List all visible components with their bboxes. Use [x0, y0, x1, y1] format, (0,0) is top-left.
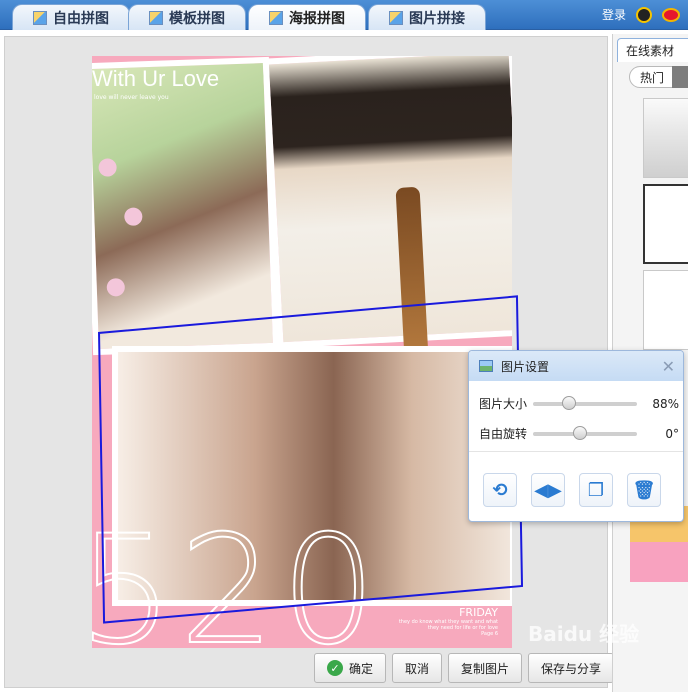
poster-title: With Ur Love [92, 66, 220, 91]
size-label: 图片大小 [479, 397, 528, 411]
save-share-button[interactable]: 保存与分享 [528, 653, 615, 683]
size-slider[interactable] [533, 395, 637, 410]
flower-decoration [106, 278, 126, 297]
tab-label: 海报拼图 [289, 10, 345, 27]
qq-icon[interactable] [636, 6, 652, 23]
check-icon: ✓ [327, 660, 343, 676]
rotate-label: 自由旋转 [479, 427, 528, 441]
flip-icon: ◀▶ [534, 479, 562, 501]
filter-other[interactable] [672, 66, 688, 88]
tab-image-stitch[interactable]: 图片拼接 [368, 4, 486, 30]
copy-image-button[interactable]: 复制图片 [448, 653, 523, 683]
dialog-title: 图片设置 [501, 359, 550, 374]
close-icon[interactable]: ✕ [662, 357, 675, 376]
delete-button[interactable]: 🗑 [627, 473, 661, 507]
weibo-icon[interactable] [662, 7, 680, 22]
poster-collage-icon [269, 10, 283, 25]
photo-girl-with-flowers[interactable] [92, 56, 280, 356]
tab-poster-collage[interactable]: 海报拼图 [248, 4, 366, 30]
flower-decoration [124, 207, 143, 226]
ukulele-shape [395, 186, 429, 358]
rotate-value: 0° [665, 426, 679, 441]
rotate-button[interactable]: ⟲ [483, 473, 517, 507]
rotate-icon: ⟲ [492, 479, 508, 501]
poster-canvas[interactable]: 520 With Ur Love love will never leave y… [92, 56, 512, 648]
cancel-button[interactable]: 取消 [392, 653, 443, 683]
dialog-divider [469, 451, 683, 452]
tab-label: 自由拼图 [53, 10, 109, 27]
action-bar: ✓ 确定 取消 复制图片 保存与分享 [314, 653, 615, 683]
poster-page-label: Page 6 [481, 631, 498, 637]
tab-online-material[interactable]: 在线素材 [617, 38, 688, 62]
rotate-slider-handle[interactable] [572, 425, 587, 440]
copy-label: 复制图片 [461, 661, 510, 676]
flower-decoration [98, 158, 117, 177]
poster-subtitle: love will never leave you [94, 94, 169, 101]
free-collage-icon [33, 10, 47, 25]
duplicate-icon: ❐ [587, 479, 605, 501]
tab-free-collage[interactable]: 自由拼图 [12, 4, 130, 30]
sidebar-tab-label: 在线素材 [626, 44, 675, 58]
filter-hot[interactable]: 热门 [630, 69, 664, 86]
poster-big-number: 520 [92, 503, 383, 648]
template-thumbnail[interactable] [643, 184, 688, 264]
watermark: Baidu 经验 [528, 622, 640, 646]
material-filter[interactable]: 热门 [629, 66, 688, 88]
image-stitch-icon [389, 10, 403, 25]
duplicate-button[interactable]: ❐ [579, 473, 613, 507]
save-label: 保存与分享 [541, 661, 602, 676]
tab-template-collage[interactable]: 模板拼图 [128, 4, 246, 30]
dialog-icon-buttons: ⟲ ◀▶ ❐ 🗑 [483, 473, 661, 507]
size-value: 88% [652, 396, 679, 411]
size-slider-handle[interactable] [562, 395, 577, 410]
size-row: 图片大小 88% [479, 395, 679, 412]
flip-button[interactable]: ◀▶ [531, 473, 565, 507]
poster-day: FRIDAY [459, 606, 498, 619]
trash-icon: 🗑 [632, 479, 656, 501]
login-link[interactable]: 登录 [602, 6, 626, 23]
image-settings-dialog: 图片设置 ✕ 图片大小 88% 自由旋转 0° ⟲ ◀▶ ❐ 🗑 [468, 350, 684, 522]
template-thumbnail[interactable] [643, 98, 688, 178]
confirm-button[interactable]: ✓ 确定 [314, 653, 387, 683]
poster-day-block: FRIDAY they do know what they want and w… [399, 606, 498, 637]
rotate-row: 自由旋转 0° [479, 425, 679, 442]
dialog-header: 图片设置 [469, 351, 683, 381]
tab-label: 模板拼图 [169, 10, 225, 27]
top-right-area: 登录 [602, 6, 680, 23]
cancel-label: 取消 [405, 661, 430, 676]
confirm-label: 确定 [349, 661, 374, 676]
image-icon [479, 360, 493, 372]
template-collage-icon [149, 10, 163, 25]
top-bar: 自由拼图 模板拼图 海报拼图 图片拼接 登录 [0, 0, 688, 30]
tab-label: 图片拼接 [409, 10, 465, 27]
photo-girl-with-ukulele[interactable] [262, 56, 512, 358]
rotate-slider[interactable] [533, 425, 637, 440]
template-thumbnail[interactable] [643, 270, 688, 350]
